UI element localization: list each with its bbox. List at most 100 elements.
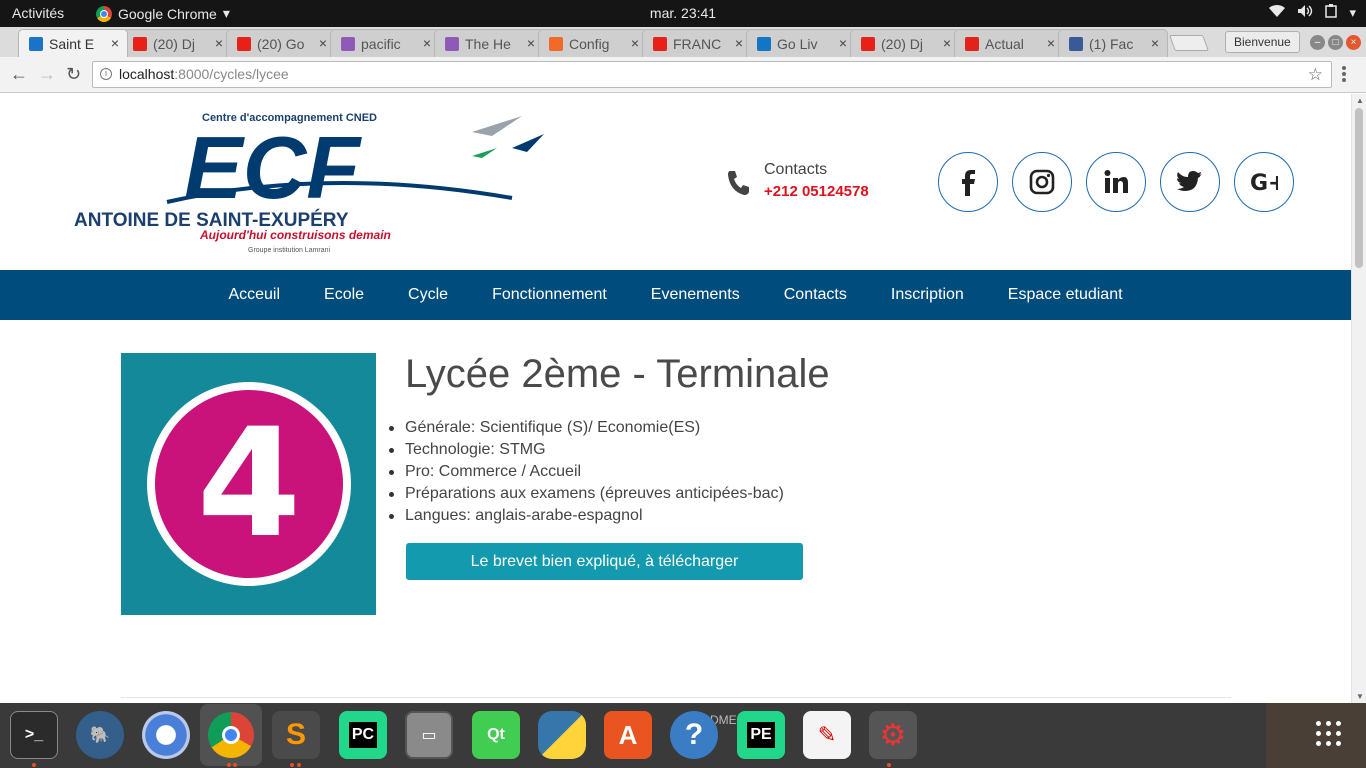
list-item: Générale: Scientifique (S)/ Economie(ES) xyxy=(389,417,784,439)
back-icon[interactable]: ← xyxy=(10,64,28,85)
tab-close-icon[interactable]: × xyxy=(839,35,847,51)
contacts-phone[interactable]: +212 05124578 xyxy=(764,183,869,200)
browser-tab[interactable]: The He × xyxy=(434,29,544,57)
browser-tab[interactable]: Go Liv × xyxy=(746,29,856,57)
chevron-down-icon: ▾ xyxy=(222,5,230,21)
browser-tab[interactable]: (20) Dj × xyxy=(850,29,960,57)
download-brevet-button[interactable]: Le brevet bien expliqué, à télécharger xyxy=(406,543,803,580)
chromium-icon[interactable] xyxy=(142,711,190,759)
system-tray[interactable]: ▾ xyxy=(1269,4,1356,21)
browser-tab[interactable]: Config × xyxy=(538,29,648,57)
tab-close-icon[interactable]: × xyxy=(423,35,431,51)
logo-group-text: Groupe institution Lamrani xyxy=(248,247,331,254)
logo-main-text: ECF xyxy=(184,118,362,217)
tab-close-icon[interactable]: × xyxy=(319,35,327,51)
volume-icon xyxy=(1297,4,1313,21)
linkedin-icon[interactable] xyxy=(1086,152,1146,212)
logo-slogan-text: Aujourd'hui construisons demain xyxy=(199,228,391,242)
info-icon[interactable]: i xyxy=(100,68,112,80)
nav-item[interactable]: Evenements xyxy=(651,286,740,304)
bookmark-star-icon[interactable]: ☆ xyxy=(1308,62,1323,87)
gnome-top-bar: Activités Google Chrome ▾ mar. 23:41 ▾ xyxy=(0,0,1366,27)
settings-gear-icon[interactable]: ⚙ xyxy=(869,711,917,759)
show-applications-button[interactable] xyxy=(1266,703,1366,768)
cycle-badge-image: 4 xyxy=(121,353,376,615)
reload-icon[interactable]: ↻ xyxy=(66,64,81,85)
close-window-icon[interactable]: × xyxy=(1346,35,1361,50)
tab-close-icon[interactable]: × xyxy=(527,35,535,51)
activities-button[interactable]: Activités xyxy=(12,5,64,21)
tab-close-icon[interactable]: × xyxy=(735,35,743,51)
tab-title: Go Liv xyxy=(777,35,818,52)
facebook-icon[interactable] xyxy=(938,152,998,212)
address-bar[interactable]: i localhost:8000/cycles/lycee ☆ xyxy=(92,61,1332,88)
forward-icon[interactable]: → xyxy=(38,64,56,85)
terminal-icon[interactable]: >_ xyxy=(10,711,58,759)
tab-close-icon[interactable]: × xyxy=(631,35,639,51)
nav-item[interactable]: Fonctionnement xyxy=(492,286,607,304)
browser-tab[interactable]: (20) Go × xyxy=(226,29,336,57)
nav-item[interactable]: Espace etudiant xyxy=(1008,286,1123,304)
tab-close-icon[interactable]: × xyxy=(1047,35,1055,51)
nav-item[interactable]: Acceuil xyxy=(228,286,280,304)
tab-favicon-icon xyxy=(757,36,771,51)
nav-item[interactable]: Inscription xyxy=(891,286,964,304)
list-item: Langues: anglais-arabe-espagnol xyxy=(389,505,784,527)
qt-creator-icon[interactable]: Qt xyxy=(472,711,520,759)
tab-title: The He xyxy=(465,35,511,52)
scroll-down-icon[interactable]: ▼ xyxy=(1356,692,1364,701)
help-icon[interactable]: ? xyxy=(670,711,718,759)
minimize-icon[interactable]: – xyxy=(1310,35,1325,50)
tab-favicon-icon xyxy=(653,36,667,51)
tab-title: (20) Dj xyxy=(881,35,924,52)
phone-icon xyxy=(728,171,749,195)
chrome-icon xyxy=(96,5,112,22)
app-menu[interactable]: Google Chrome ▾ xyxy=(96,5,230,22)
nav-item[interactable]: Ecole xyxy=(324,286,364,304)
tab-favicon-icon xyxy=(549,36,563,51)
pycharm-icon[interactable]: PC xyxy=(339,711,387,759)
google-plus-icon[interactable]: G+ xyxy=(1234,152,1294,212)
browser-tab[interactable]: Actual × xyxy=(954,29,1064,57)
sublime-text-icon[interactable]: S xyxy=(272,711,320,759)
site-logo[interactable]: Centre d'accompagnement CNED ECF ANTOINE… xyxy=(72,106,550,256)
nav-item[interactable]: Cycle xyxy=(408,286,448,304)
browser-menu-icon[interactable] xyxy=(1342,66,1346,84)
scrollbar[interactable]: ▲ ▼ xyxy=(1351,94,1366,703)
tab-close-icon[interactable]: × xyxy=(111,35,119,51)
software-center-icon[interactable]: A xyxy=(604,711,652,759)
url-host: localhost xyxy=(119,66,175,82)
browser-tab[interactable]: FRANC × xyxy=(642,29,752,57)
browser-tab[interactable]: (20) Dj × xyxy=(122,29,232,57)
chrome-dock-icon[interactable] xyxy=(200,704,262,766)
tab-close-icon[interactable]: × xyxy=(1151,35,1159,51)
url-path: :8000/cycles/lycee xyxy=(174,66,289,82)
tab-favicon-icon xyxy=(445,36,459,51)
tab-title: pacific xyxy=(361,35,401,52)
clipboard-icon xyxy=(1325,4,1338,21)
new-tab-button[interactable] xyxy=(1169,35,1209,51)
list-item: Préparations aux examens (épreuves antic… xyxy=(389,483,784,505)
browser-tab[interactable]: Saint E × xyxy=(18,29,128,57)
python-icon[interactable] xyxy=(538,711,586,759)
scrollbar-thumb[interactable] xyxy=(1355,108,1363,268)
browser-tab[interactable]: pacific × xyxy=(330,29,440,57)
tab-favicon-icon xyxy=(133,36,147,51)
scroll-up-icon[interactable]: ▲ xyxy=(1356,96,1364,105)
pgadmin-elephant-icon[interactable]: 🐘 xyxy=(76,711,124,759)
pdf-reader-icon[interactable]: ✎ xyxy=(803,711,851,759)
pycharm-edu-icon[interactable]: PE xyxy=(737,711,785,759)
maximize-icon[interactable]: □ xyxy=(1328,35,1343,50)
chevron-down-icon: ▾ xyxy=(1349,4,1356,20)
files-icon[interactable]: ▭ xyxy=(405,711,453,759)
nav-item[interactable]: Contacts xyxy=(784,286,847,304)
tab-close-icon[interactable]: × xyxy=(943,35,951,51)
instagram-icon[interactable] xyxy=(1012,152,1072,212)
tab-close-icon[interactable]: × xyxy=(215,35,223,51)
twitter-icon[interactable] xyxy=(1160,152,1220,212)
tab-title: (1) Fac xyxy=(1089,35,1134,52)
tab-title: (20) Dj xyxy=(153,35,196,52)
tab-favicon-icon xyxy=(341,36,355,51)
profile-button[interactable]: Bienvenue xyxy=(1225,31,1300,53)
browser-tab[interactable]: (1) Fac × xyxy=(1058,29,1168,57)
